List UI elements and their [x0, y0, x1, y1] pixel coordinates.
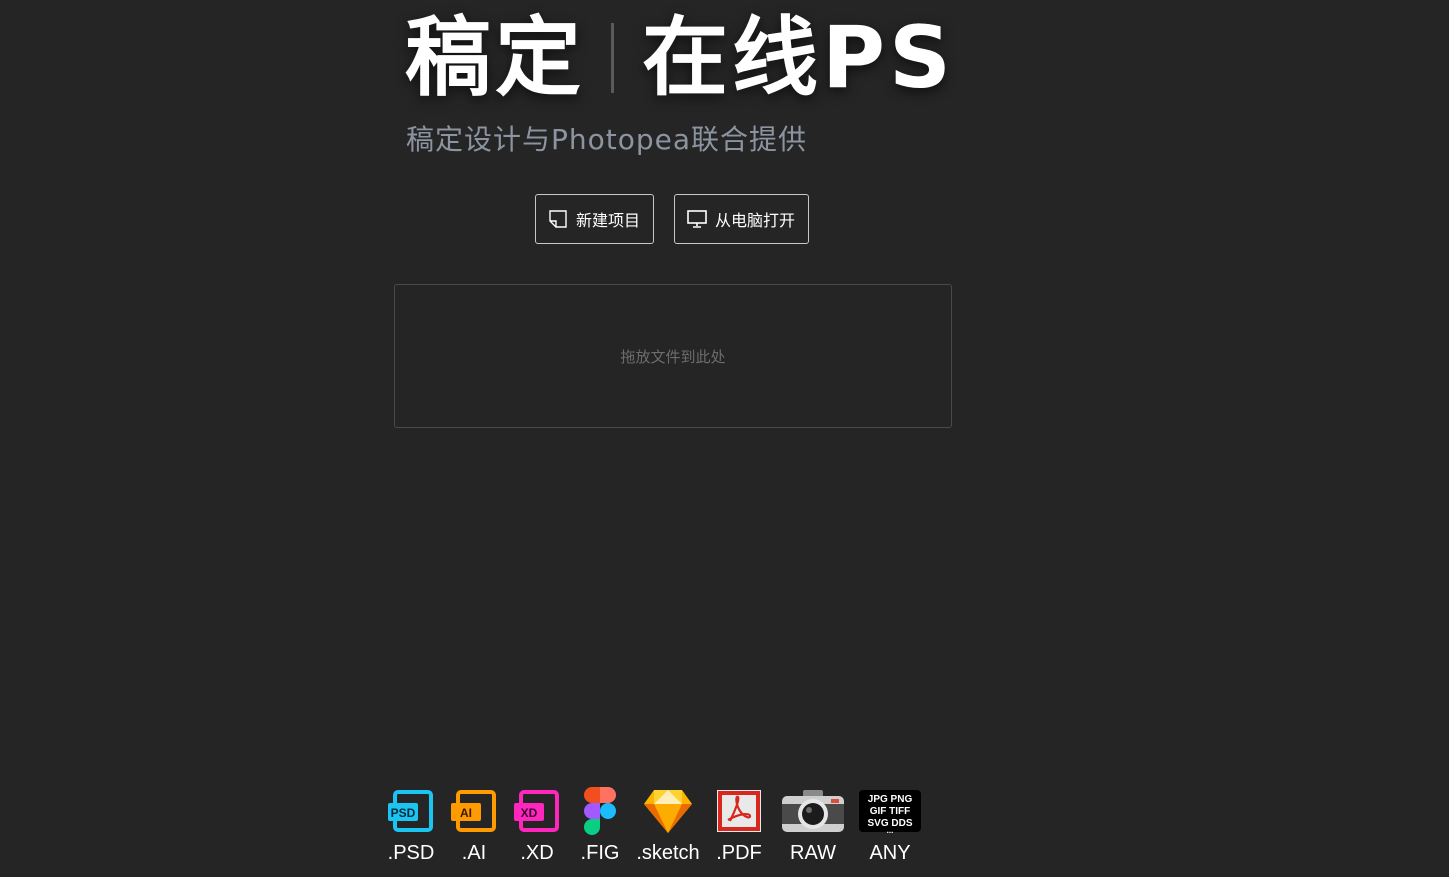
title-divider: [611, 23, 614, 93]
subtitle: 稿定设计与Photopea联合提供: [406, 123, 808, 156]
xd-badge-text: XD: [521, 806, 538, 820]
supported-formats: PSD .PSD AI .AI XD .XD .FIG .sketch .PDF…: [384, 786, 932, 865]
format-psd: PSD .PSD: [384, 786, 438, 865]
ai-icon: AI: [450, 786, 498, 836]
xd-icon: XD: [513, 786, 561, 836]
psd-icon: PSD: [387, 786, 435, 836]
psd-badge-text: PSD: [391, 806, 416, 820]
pdf-icon: [716, 786, 762, 836]
format-any: JPG PNG GIF TIFF SVG DDS ... ANY: [858, 786, 922, 865]
format-label: .PDF: [716, 842, 762, 864]
open-from-computer-label: 从电脑打开: [715, 211, 796, 230]
new-project-label: 新建项目: [576, 211, 641, 230]
format-list-line: GIF TIFF: [870, 806, 911, 817]
figma-icon: [584, 786, 616, 836]
format-pdf: .PDF: [710, 786, 768, 865]
format-label: ANY: [869, 842, 911, 864]
new-document-icon: [548, 209, 568, 229]
brand-title: 稿定: [405, 8, 585, 108]
format-label: .AI: [461, 842, 487, 864]
landing-page: 稿定 在线PS 稿定设计与Photopea联合提供 新建项目 从电脑打开 拖放文…: [0, 0, 1449, 877]
open-from-computer-button[interactable]: 从电脑打开: [674, 194, 809, 244]
format-label: .XD: [520, 842, 554, 864]
product-title: 在线PS: [642, 8, 955, 108]
format-xd: XD .XD: [510, 786, 564, 865]
format-label: RAW: [790, 842, 836, 864]
new-project-button[interactable]: 新建项目: [535, 194, 654, 244]
format-list-ellipsis: ...: [887, 826, 894, 834]
file-drop-zone[interactable]: 拖放文件到此处: [394, 284, 952, 428]
format-label: .FIG: [580, 842, 620, 864]
image-formats-icon: JPG PNG GIF TIFF SVG DDS ...: [859, 786, 921, 836]
format-raw: RAW: [778, 786, 848, 865]
drop-zone-label: 拖放文件到此处: [620, 347, 726, 366]
format-sketch: .sketch: [636, 786, 700, 865]
monitor-icon: [687, 209, 707, 229]
format-label: .PSD: [387, 842, 435, 864]
hero-title: 稿定 在线PS: [405, 8, 955, 108]
ai-badge-text: AI: [460, 806, 472, 820]
format-label: .sketch: [636, 842, 700, 864]
format-list-line: JPG PNG: [868, 794, 913, 805]
sketch-icon: [643, 786, 693, 836]
format-ai: AI .AI: [448, 786, 500, 865]
format-fig: .FIG: [574, 786, 626, 865]
camera-icon: [781, 786, 845, 836]
